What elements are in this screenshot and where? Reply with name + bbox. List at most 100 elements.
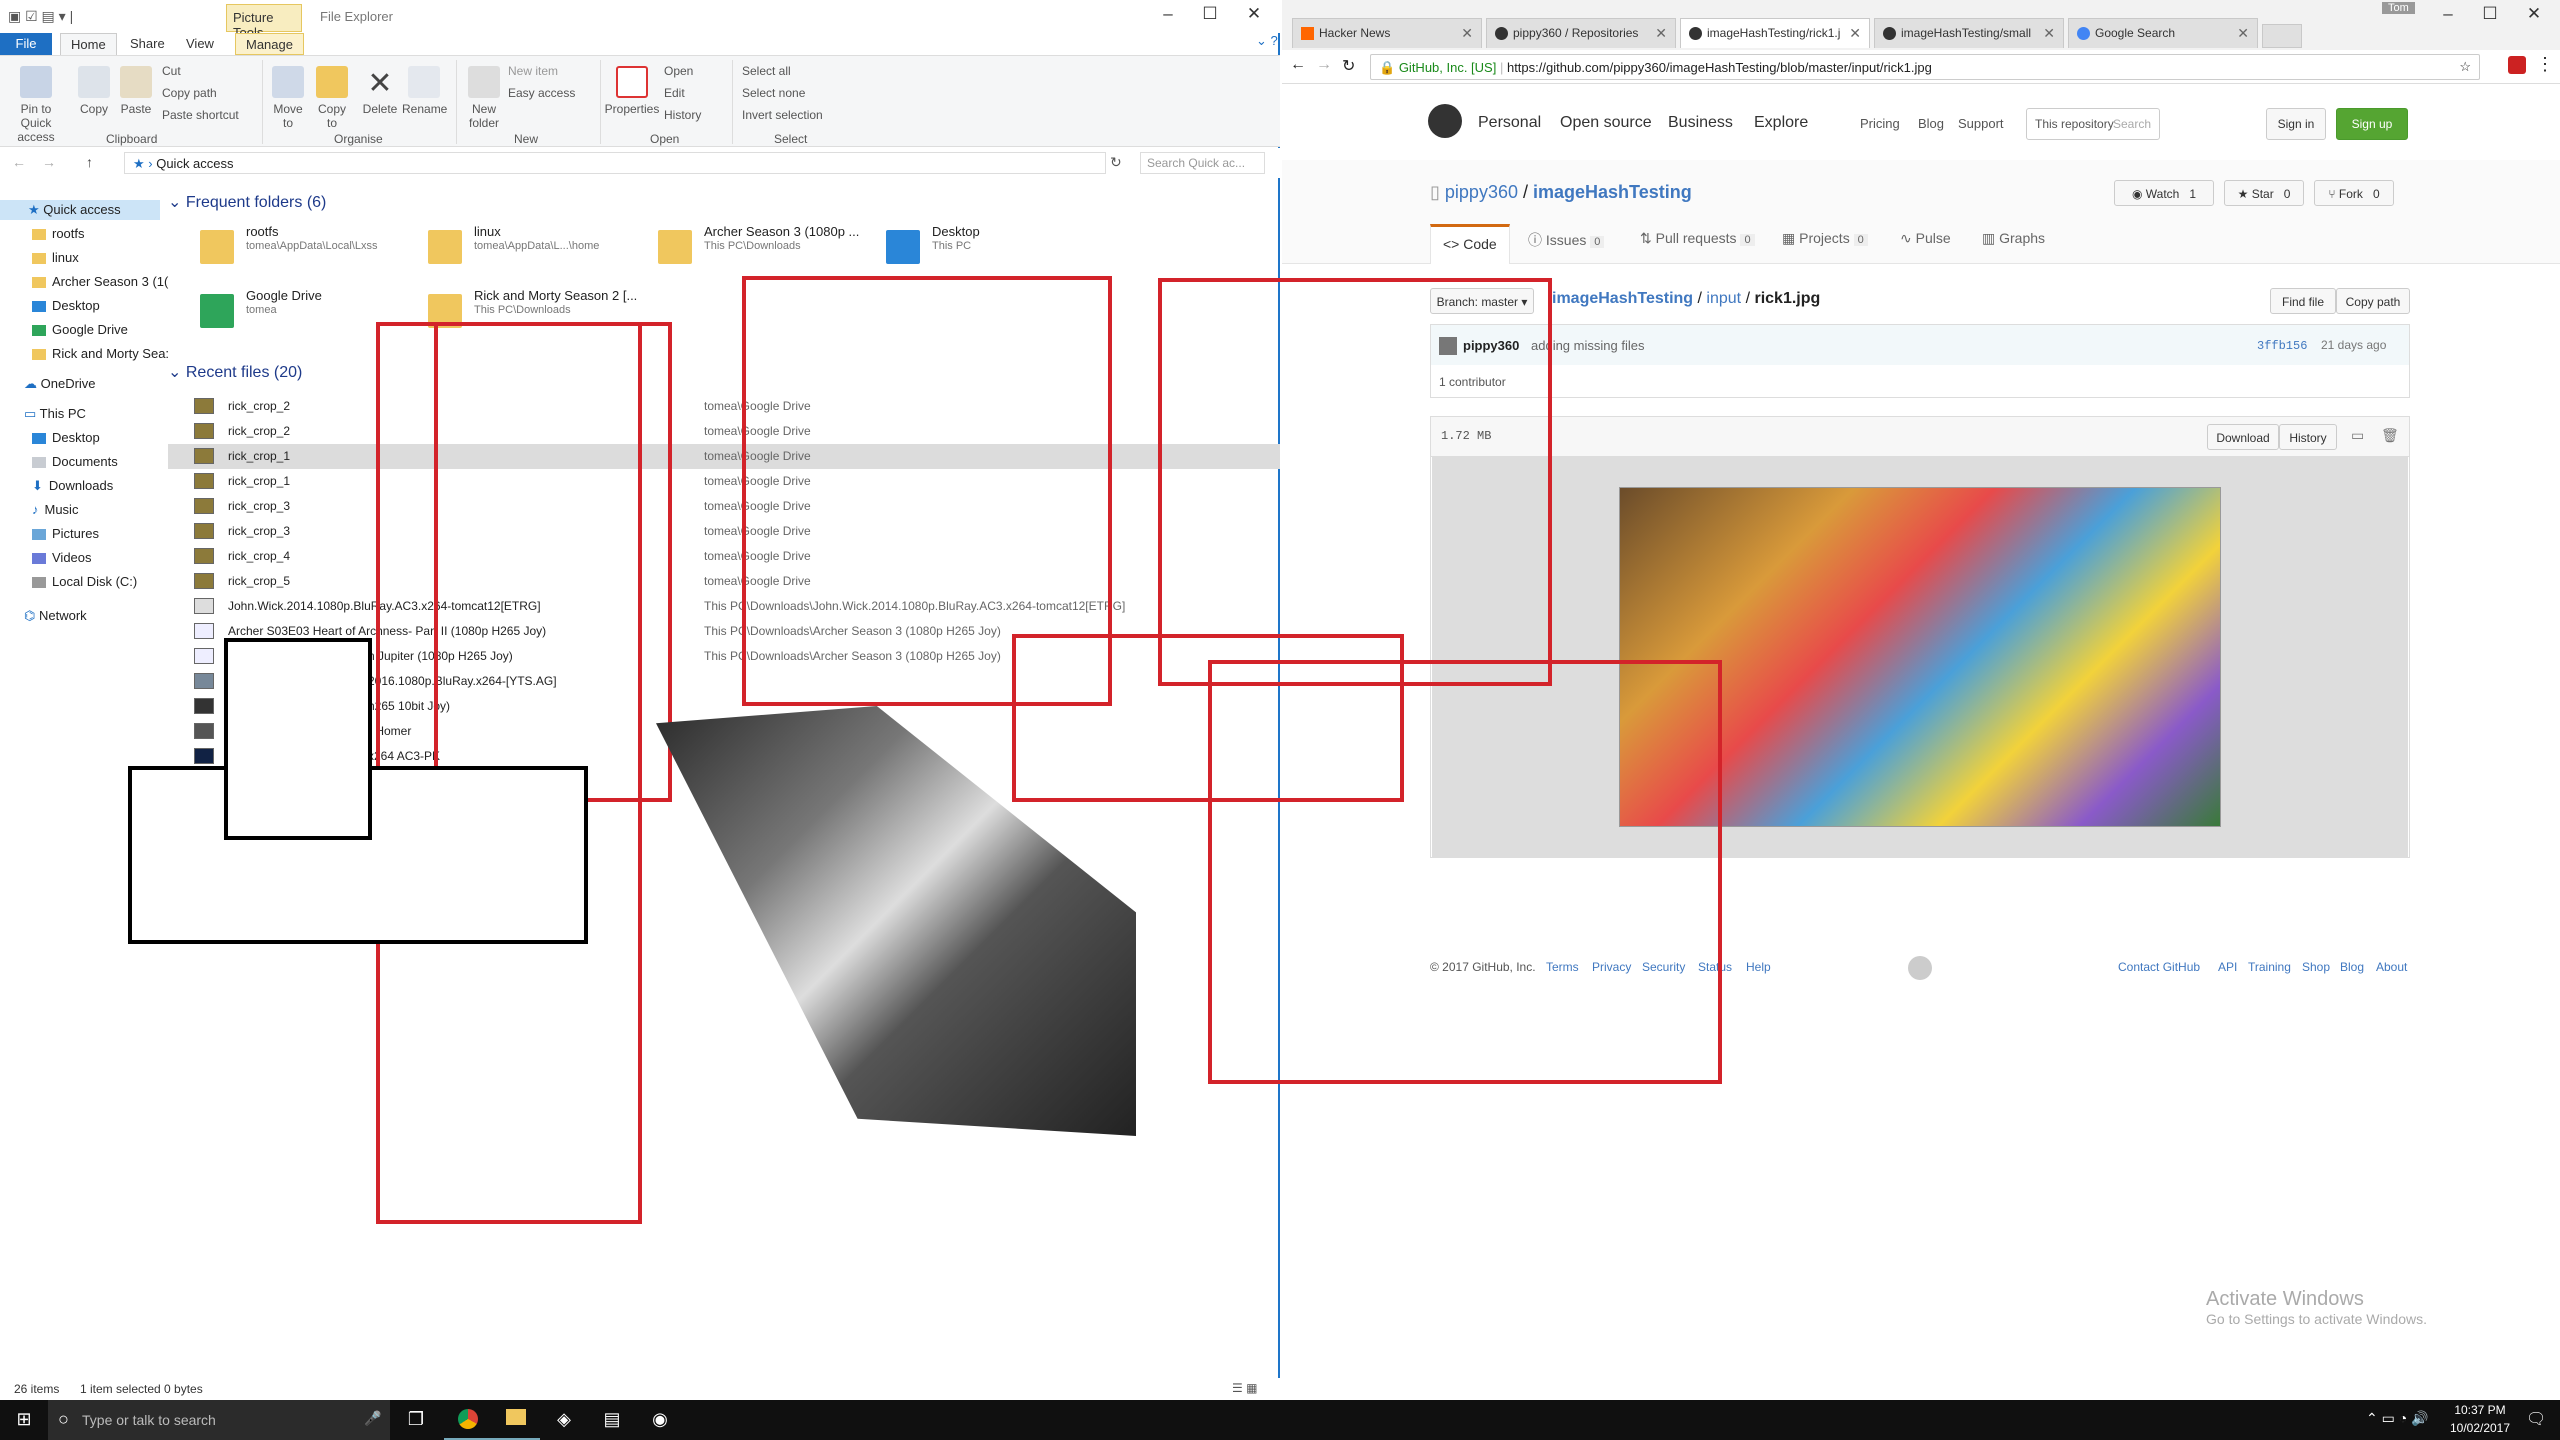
nav-linux[interactable]: linux xyxy=(32,250,79,265)
pin-quick-access-button[interactable]: Pin to Quick access xyxy=(6,66,66,144)
minimize-icon[interactable]: – xyxy=(2428,4,2468,24)
tab-share[interactable]: Share xyxy=(120,33,175,55)
address-bar[interactable]: 🔒 GitHub, Inc. [US] | https://github.com… xyxy=(1370,54,2480,80)
recent-files-header[interactable]: ⌄ Recent files (20) xyxy=(168,362,302,382)
tab-projects[interactable]: ▦ Projects 0 xyxy=(1782,230,1868,247)
microphone-icon[interactable]: 🎤 xyxy=(364,1410,381,1427)
nav-music[interactable]: ♪ Music xyxy=(32,502,78,517)
copy-path-button[interactable]: Copy path xyxy=(2336,288,2410,314)
tab-issues[interactable]: ⓘ Issues 0 xyxy=(1528,230,1605,250)
close-tab-icon[interactable]: ✕ xyxy=(1849,25,1861,42)
quick-access-toolbar-icon[interactable]: ▣ ☑ ▤ ▾ | xyxy=(8,8,73,25)
nav-this-pc[interactable]: ▭ This PC xyxy=(24,406,86,422)
maximize-icon[interactable]: ☐ xyxy=(1190,4,1230,24)
nav-desktop-quick[interactable]: Desktop xyxy=(32,298,100,313)
maximize-icon[interactable]: ☐ xyxy=(2470,4,2510,24)
reload-icon[interactable]: ↻ xyxy=(1342,56,1355,76)
forward-arrow-icon[interactable]: → xyxy=(42,154,56,170)
minimize-icon[interactable]: – xyxy=(1148,4,1188,24)
frequent-folder-item[interactable]: rootfs tomea\AppData\Local\Lxss xyxy=(200,224,420,274)
close-tab-icon[interactable]: ✕ xyxy=(1655,25,1667,42)
invert-selection-button[interactable]: Invert selection xyxy=(742,108,823,122)
forward-arrow-icon[interactable]: → xyxy=(1316,56,1332,74)
copy-button[interactable]: Copy xyxy=(74,66,114,116)
easy-access-button[interactable]: Easy access xyxy=(508,86,575,100)
browser-tab[interactable]: pippy360 / Repositories ✕ xyxy=(1486,18,1676,48)
nav-explore[interactable]: Explore xyxy=(1754,114,1808,132)
copy-path-button[interactable]: Copy path xyxy=(162,86,217,100)
footer-help[interactable]: Help xyxy=(1746,960,1771,974)
user-badge[interactable]: Tom xyxy=(2382,2,2415,14)
clock-time[interactable]: 10:37 PM xyxy=(2450,1403,2510,1417)
browser-tab[interactable]: Google Search ✕ xyxy=(2068,18,2258,48)
recent-file-row-selected[interactable]: rick_crop_1 tomea\Google Drive xyxy=(168,444,1280,469)
paste-shortcut-button[interactable]: Paste shortcut xyxy=(162,108,239,122)
nav-pictures[interactable]: Pictures xyxy=(32,526,99,541)
task-view-icon[interactable]: ❐ xyxy=(392,1400,440,1440)
tab-file[interactable]: File xyxy=(0,33,52,55)
recent-file-row[interactable]: rick_crop_4 tomea\Google Drive xyxy=(168,544,1280,569)
nav-videos[interactable]: Videos xyxy=(32,550,92,565)
commit-sha[interactable]: 3ffb156 xyxy=(2257,339,2307,353)
nav-quick-access[interactable]: ★ Quick access xyxy=(28,202,121,218)
recent-file-row[interactable]: rick_crop_2 tomea\Google Drive xyxy=(168,419,1280,444)
visual-studio-app-icon[interactable]: ▤ xyxy=(588,1400,636,1440)
clock-date[interactable]: 10/02/2017 xyxy=(2444,1421,2516,1435)
nav-local-disk[interactable]: Local Disk (C:) xyxy=(32,574,137,589)
open-button[interactable]: Open xyxy=(664,64,693,78)
frequent-folder-item[interactable]: linux tomea\AppData\L...\home xyxy=(428,224,648,274)
recent-file-row[interactable]: rick_crop_3 tomea\Google Drive xyxy=(168,519,1280,544)
nav-open-source[interactable]: Open source xyxy=(1560,114,1652,132)
fork-button[interactable]: ⑂ Fork 0 xyxy=(2314,180,2394,206)
nav-rootfs[interactable]: rootfs xyxy=(32,226,85,241)
close-tab-icon[interactable]: ✕ xyxy=(2237,25,2249,42)
footer-blog[interactable]: Blog xyxy=(2340,960,2364,974)
address-bar[interactable]: ★ › Quick access xyxy=(124,152,1106,174)
footer-about[interactable]: About xyxy=(2376,960,2407,974)
tab-manage[interactable]: Manage xyxy=(235,33,304,55)
new-tab-button[interactable] xyxy=(2262,24,2302,48)
recent-file-row[interactable]: rick_crop_3 tomea\Google Drive xyxy=(168,494,1280,519)
desktop-icon[interactable]: ▭ xyxy=(2351,427,2364,444)
history-button[interactable]: History xyxy=(664,108,701,122)
recent-file-row[interactable]: rick_crop_5 tomea\Google Drive xyxy=(168,569,1280,594)
sign-up-button[interactable]: Sign up xyxy=(2336,108,2408,140)
nav-blog[interactable]: Blog xyxy=(1918,116,1944,131)
close-tab-icon[interactable]: ✕ xyxy=(2043,25,2055,42)
edit-button[interactable]: Edit xyxy=(664,86,685,100)
chrome-app-icon[interactable] xyxy=(444,1400,492,1440)
find-file-button[interactable]: Find file xyxy=(2270,288,2336,314)
close-icon[interactable]: ✕ xyxy=(2514,4,2554,24)
tab-code[interactable]: <> Code xyxy=(1430,224,1510,264)
nav-google-drive[interactable]: Google Drive xyxy=(32,322,128,337)
frequent-folders-header[interactable]: ⌄ Frequent folders (6) xyxy=(168,192,326,212)
chat-app-icon[interactable]: ◉ xyxy=(636,1400,684,1440)
frequent-folder-item[interactable]: Desktop This PC xyxy=(886,224,1106,274)
close-tab-icon[interactable]: ✕ xyxy=(1461,25,1473,42)
bookmark-star-icon[interactable]: ☆ xyxy=(2459,59,2471,75)
footer-contact[interactable]: Contact GitHub xyxy=(2118,960,2200,974)
explorer-search-input[interactable]: Search Quick ac... xyxy=(1140,152,1265,174)
frequent-folder-item[interactable]: Archer Season 3 (1080p ... This PC\Downlo… xyxy=(658,224,878,274)
properties-button[interactable]: Properties xyxy=(604,66,660,116)
history-button[interactable]: History xyxy=(2279,424,2337,450)
recent-file-row[interactable]: rick_crop_1 tomea\Google Drive xyxy=(168,469,1280,494)
nav-archer[interactable]: Archer Season 3 (1( xyxy=(32,274,168,289)
footer-training[interactable]: Training xyxy=(2248,960,2291,974)
delete-button[interactable]: ✕ Delete xyxy=(358,66,402,116)
back-arrow-icon[interactable]: ← xyxy=(1290,56,1306,74)
github-logo-icon[interactable] xyxy=(1908,956,1932,980)
notifications-icon[interactable]: 🗨 xyxy=(2526,1409,2546,1429)
copy-to-button[interactable]: Copy to xyxy=(312,66,352,130)
nav-network[interactable]: ⌬ Network xyxy=(24,608,87,624)
menu-icon[interactable]: ⋮ xyxy=(2536,54,2554,75)
repo-search-input[interactable]: This repository Search xyxy=(2026,108,2160,140)
nav-onedrive[interactable]: ☁ OneDrive xyxy=(24,376,96,392)
select-all-button[interactable]: Select all xyxy=(742,64,791,78)
browser-tab-active[interactable]: imageHashTesting/rick1.j ✕ xyxy=(1680,18,1870,48)
rename-button[interactable]: Rename xyxy=(402,66,447,116)
move-to-button[interactable]: Move to xyxy=(268,66,308,130)
footer-shop[interactable]: Shop xyxy=(2302,960,2330,974)
nav-pricing[interactable]: Pricing xyxy=(1860,116,1900,131)
details-view-icon[interactable]: ☰ ▦ xyxy=(1232,1381,1257,1395)
